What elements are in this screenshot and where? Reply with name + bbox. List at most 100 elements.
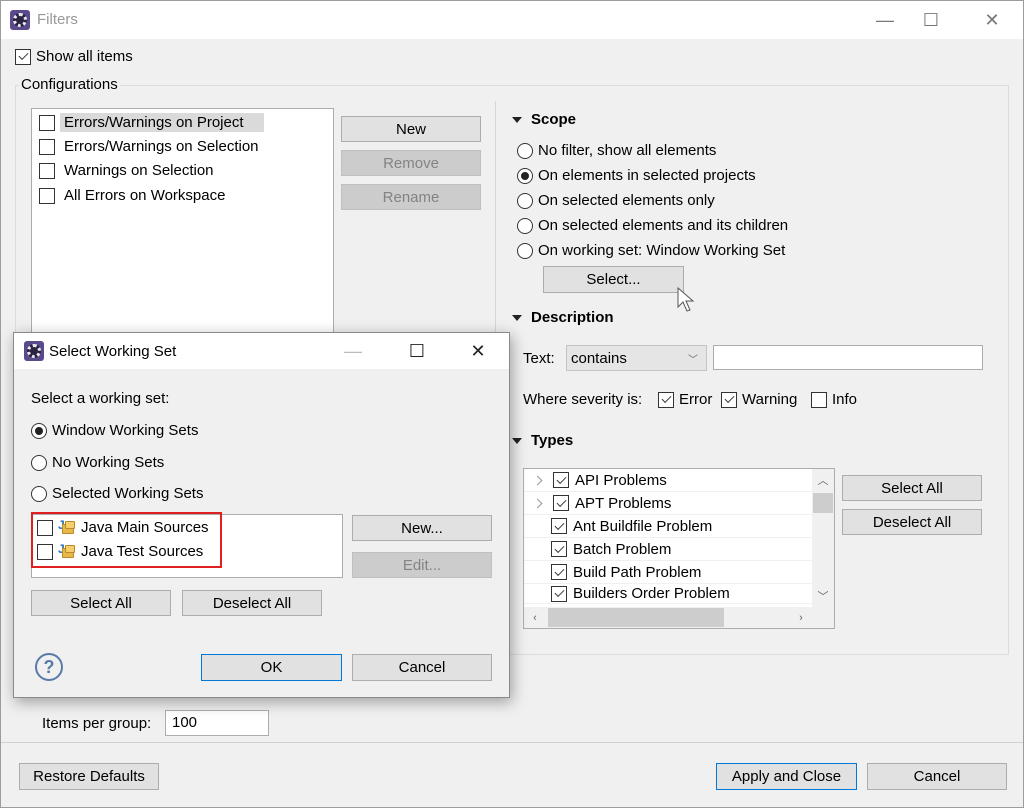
working-set-item[interactable]: J Java Test Sources xyxy=(37,542,203,560)
minimize-button[interactable]: — xyxy=(862,1,908,39)
types-tree[interactable]: API Problems APT Problems Ant Buildfile … xyxy=(523,468,835,629)
checkbox-icon[interactable] xyxy=(721,391,737,408)
dialog-ok-button[interactable]: OK xyxy=(201,654,342,681)
severity-warning-checkbox[interactable]: Warning xyxy=(721,391,797,408)
edit-working-set-button[interactable]: Edit... xyxy=(352,552,492,578)
expand-chevron-icon[interactable] xyxy=(532,498,543,508)
working-set-option[interactable]: Window Working Sets xyxy=(31,422,198,439)
checkbox-icon[interactable] xyxy=(553,495,569,511)
radio-icon[interactable] xyxy=(31,422,47,439)
working-set-option[interactable]: No Working Sets xyxy=(31,454,164,471)
scroll-left-arrow-icon[interactable]: ‹ xyxy=(524,607,546,628)
horizontal-scrollbar-thumb[interactable] xyxy=(548,608,724,627)
checkbox-icon[interactable] xyxy=(551,541,567,557)
type-tree-row[interactable]: Build Path Problem xyxy=(524,561,812,584)
checkbox-icon[interactable] xyxy=(551,585,567,602)
dialog-maximize-button[interactable]: ☐ xyxy=(394,332,440,370)
type-label: Build Path Problem xyxy=(573,563,702,581)
type-tree-row[interactable]: APT Problems xyxy=(524,492,812,515)
scope-section-toggle[interactable]: Scope xyxy=(512,111,576,128)
items-per-group-input[interactable]: 100 xyxy=(165,710,269,736)
radio-icon[interactable] xyxy=(31,454,47,471)
type-tree-row[interactable]: Ant Buildfile Problem xyxy=(524,515,812,538)
checkbox-icon[interactable] xyxy=(15,48,31,65)
rename-configuration-button[interactable]: Rename xyxy=(341,184,481,210)
config-item[interactable]: Warnings on Selection xyxy=(39,162,214,179)
select-working-set-button[interactable]: Select... xyxy=(543,266,684,293)
checkbox-icon[interactable] xyxy=(37,543,53,560)
radio-icon[interactable] xyxy=(517,167,533,184)
radio-icon[interactable] xyxy=(31,485,47,502)
type-tree-row[interactable]: Batch Problem xyxy=(524,538,812,561)
checkbox-icon[interactable] xyxy=(551,564,567,580)
vertical-scrollbar[interactable]: ︿ ﹀ xyxy=(812,469,834,607)
description-text-input[interactable] xyxy=(713,345,983,370)
checkbox-icon[interactable] xyxy=(39,138,55,155)
collapse-triangle-icon xyxy=(512,437,522,444)
scroll-right-arrow-icon[interactable]: › xyxy=(790,607,812,628)
configurations-list[interactable]: Errors/Warnings on Project Errors/Warnin… xyxy=(31,108,334,338)
working-set-option[interactable]: Selected Working Sets xyxy=(31,485,203,502)
types-deselect-all-button[interactable]: Deselect All xyxy=(842,509,982,535)
collapse-triangle-icon xyxy=(512,314,522,321)
dialog-deselect-all-button[interactable]: Deselect All xyxy=(182,590,322,616)
radio-icon[interactable] xyxy=(517,192,533,209)
config-item-label: Errors/Warnings on Project xyxy=(60,113,264,132)
severity-error-checkbox[interactable]: Error xyxy=(658,391,712,408)
scope-option[interactable]: No filter, show all elements xyxy=(517,142,716,159)
checkbox-icon[interactable] xyxy=(811,391,827,408)
maximize-button[interactable]: ☐ xyxy=(908,1,954,39)
scope-option[interactable]: On selected elements only xyxy=(517,192,715,209)
severity-error-label: Error xyxy=(679,391,713,408)
scope-option[interactable]: On elements in selected projects xyxy=(517,167,756,184)
scope-option[interactable]: On working set: Window Working Set xyxy=(517,242,785,259)
remove-configuration-button[interactable]: Remove xyxy=(341,150,481,176)
checkbox-icon[interactable] xyxy=(37,519,53,536)
vertical-scrollbar-thumb[interactable] xyxy=(813,493,833,513)
collapse-triangle-icon xyxy=(512,116,522,123)
type-label: Batch Problem xyxy=(573,540,672,558)
scope-option[interactable]: On selected elements and its children xyxy=(517,217,788,234)
checkbox-icon[interactable] xyxy=(39,162,55,179)
expand-chevron-icon[interactable] xyxy=(532,475,543,485)
scroll-down-arrow-icon[interactable]: ﹀ xyxy=(812,585,834,607)
close-button[interactable]: ✕ xyxy=(969,1,1015,39)
config-item[interactable]: Errors/Warnings on Selection xyxy=(39,138,259,155)
horizontal-scrollbar[interactable]: ‹ › xyxy=(524,607,834,628)
checkbox-icon[interactable] xyxy=(39,114,55,131)
scroll-up-arrow-icon[interactable]: ︿ xyxy=(812,469,834,491)
new-configuration-button[interactable]: New xyxy=(341,116,481,142)
types-heading: Types xyxy=(531,432,574,449)
configurations-label: Configurations xyxy=(19,76,120,93)
description-section-toggle[interactable]: Description xyxy=(512,309,614,326)
type-tree-row[interactable]: Builders Order Problem xyxy=(524,584,812,604)
chevron-down-icon: ﹀ xyxy=(688,354,698,366)
radio-icon[interactable] xyxy=(517,242,533,259)
types-section-toggle[interactable]: Types xyxy=(512,432,573,449)
dialog-title-bar: Select Working Set — ☐ ✕ xyxy=(14,333,509,369)
dialog-close-button[interactable]: ✕ xyxy=(455,332,501,370)
cancel-button[interactable]: Cancel xyxy=(867,763,1007,790)
help-icon[interactable]: ? xyxy=(35,653,63,681)
apply-and-close-button[interactable]: Apply and Close xyxy=(716,763,857,790)
restore-defaults-button[interactable]: Restore Defaults xyxy=(19,763,159,790)
checkbox-icon[interactable] xyxy=(658,391,674,408)
new-working-set-button[interactable]: New... xyxy=(352,515,492,541)
config-item[interactable]: All Errors on Workspace xyxy=(39,187,225,204)
types-select-all-button[interactable]: Select All xyxy=(842,475,982,501)
config-item[interactable]: Errors/Warnings on Project xyxy=(39,113,264,132)
scope-option-label: On selected elements only xyxy=(538,192,715,209)
checkbox-icon[interactable] xyxy=(551,518,567,534)
checkbox-icon[interactable] xyxy=(39,187,55,204)
text-operator-combo[interactable]: contains ﹀ xyxy=(566,345,707,371)
dialog-select-all-button[interactable]: Select All xyxy=(31,590,171,616)
radio-icon[interactable] xyxy=(517,217,533,234)
severity-info-checkbox[interactable]: Info xyxy=(811,391,857,408)
dialog-minimize-button[interactable]: — xyxy=(330,332,376,370)
dialog-cancel-button[interactable]: Cancel xyxy=(352,654,492,681)
show-all-items-checkbox[interactable]: Show all items xyxy=(15,48,133,65)
working-set-item[interactable]: J Java Main Sources xyxy=(37,518,209,536)
type-tree-row[interactable]: API Problems xyxy=(524,469,812,492)
radio-icon[interactable] xyxy=(517,142,533,159)
checkbox-icon[interactable] xyxy=(553,472,569,488)
